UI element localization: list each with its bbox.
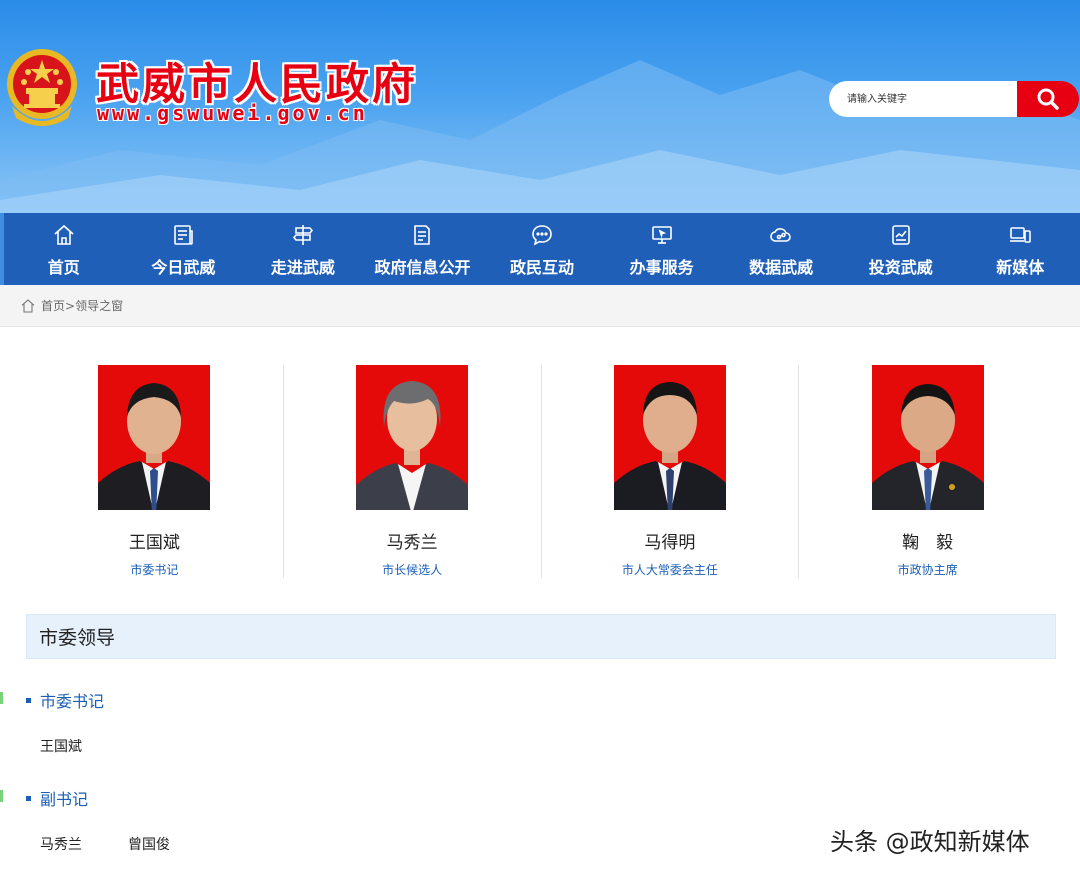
leader-name[interactable]: 王国斌 [129, 528, 180, 553]
person-name-link[interactable]: 王国斌 [40, 736, 82, 756]
nav-label: 新媒体 [996, 258, 1045, 277]
devices-icon [1010, 227, 1032, 243]
bullet-icon [26, 795, 31, 801]
leader-name[interactable]: 马得明 [644, 528, 695, 553]
nav-item-info-disclosure[interactable]: 政府信息公开 [363, 213, 483, 285]
signpost-icon [292, 225, 313, 245]
leader-card: 鞠 毅 市政协主席 [798, 365, 1056, 578]
person-name-link[interactable]: 马秀兰 [40, 834, 82, 854]
nav-item-interaction[interactable]: 政民互动 [482, 213, 602, 285]
home-icon [54, 224, 74, 245]
nav-label: 政府信息公开 [374, 258, 471, 277]
nav-item-services[interactable]: 办事服务 [602, 213, 722, 285]
search-input[interactable] [829, 81, 1029, 117]
nav-label: 首页 [47, 258, 80, 277]
chat-bubble-icon [532, 225, 552, 246]
leader-role[interactable]: 市政协主席 [898, 561, 958, 578]
leader-card: 王国斌 市委书记 [26, 365, 283, 578]
breadcrumb-current-link[interactable]: 领导之窗 [75, 297, 123, 314]
leader-name[interactable]: 鞠 毅 [902, 528, 953, 553]
nav-label: 走进武威 [270, 258, 335, 277]
person-name-link[interactable]: 曾国俊 [128, 834, 170, 854]
watermark: 头条 @政知新媒体 [830, 828, 1030, 856]
search-icon [1037, 88, 1059, 110]
cloud-data-icon [770, 228, 791, 242]
subsection-label: 市委书记 [40, 692, 105, 711]
nav-item-invest[interactable]: 投资武威 [841, 213, 961, 285]
document-icon [414, 225, 431, 245]
nav-item-today[interactable]: 今日武威 [124, 213, 244, 285]
nav-item-data[interactable]: 数据武威 [721, 213, 841, 285]
breadcrumb: 首页 > 领导之窗 [0, 285, 1080, 327]
search-box [829, 81, 1079, 117]
leader-photo[interactable] [98, 365, 211, 510]
leader-role[interactable]: 市人大常委会主任 [622, 561, 718, 578]
breadcrumb-home-link[interactable]: 首页 [41, 297, 65, 314]
subsection-title[interactable]: 市委书记 [26, 688, 104, 712]
main-nav: 首页 今日武威 走进武威 政府信息公开 政民互动 办事服务 数据武威 投资武威 … [0, 213, 1080, 285]
nav-item-home[interactable]: 首页 [4, 213, 124, 285]
name-list: 王国斌 [40, 736, 128, 756]
leader-cards: 王国斌 市委书记 马秀兰 市长候选人 马得明 市人大常委会主任 鞠 毅 市政协主… [26, 365, 1056, 578]
leader-role[interactable]: 市长候选人 [382, 561, 442, 578]
leader-name[interactable]: 马秀兰 [387, 528, 438, 553]
home-icon [21, 298, 35, 313]
newspaper-icon [174, 225, 194, 245]
leader-photo[interactable] [871, 365, 984, 510]
subsection-title[interactable]: 副书记 [26, 786, 88, 810]
nav-label: 投资武威 [868, 258, 933, 277]
leader-photo[interactable] [356, 365, 469, 510]
national-emblem-icon[interactable] [4, 46, 80, 128]
leader-role[interactable]: 市委书记 [130, 561, 178, 578]
header-banner: 武威市人民政府 www.gswuwei.gov.cn [0, 0, 1080, 213]
breadcrumb-separator: > [65, 298, 76, 313]
nav-label: 数据武威 [749, 258, 814, 277]
site-url[interactable]: www.gswuwei.gov.cn [97, 101, 368, 125]
side-marker [0, 692, 3, 704]
nav-label: 今日武威 [151, 258, 216, 277]
monitor-icon [651, 226, 672, 244]
side-marker [0, 790, 3, 802]
chart-panel-icon [891, 225, 910, 245]
bullet-icon [26, 697, 31, 703]
section-heading: 市委领导 [26, 614, 1056, 659]
nav-item-about[interactable]: 走进武威 [243, 213, 363, 285]
leader-photo[interactable] [613, 365, 726, 510]
search-button[interactable] [1017, 81, 1079, 117]
nav-label: 办事服务 [629, 258, 694, 277]
name-list: 马秀兰 曾国俊 [40, 834, 216, 854]
leader-card: 马得明 市人大常委会主任 [540, 365, 799, 578]
nav-item-new-media[interactable]: 新媒体 [961, 213, 1080, 285]
subsection-label: 副书记 [40, 790, 89, 809]
leader-card: 马秀兰 市长候选人 [282, 365, 541, 578]
nav-label: 政民互动 [510, 258, 575, 277]
